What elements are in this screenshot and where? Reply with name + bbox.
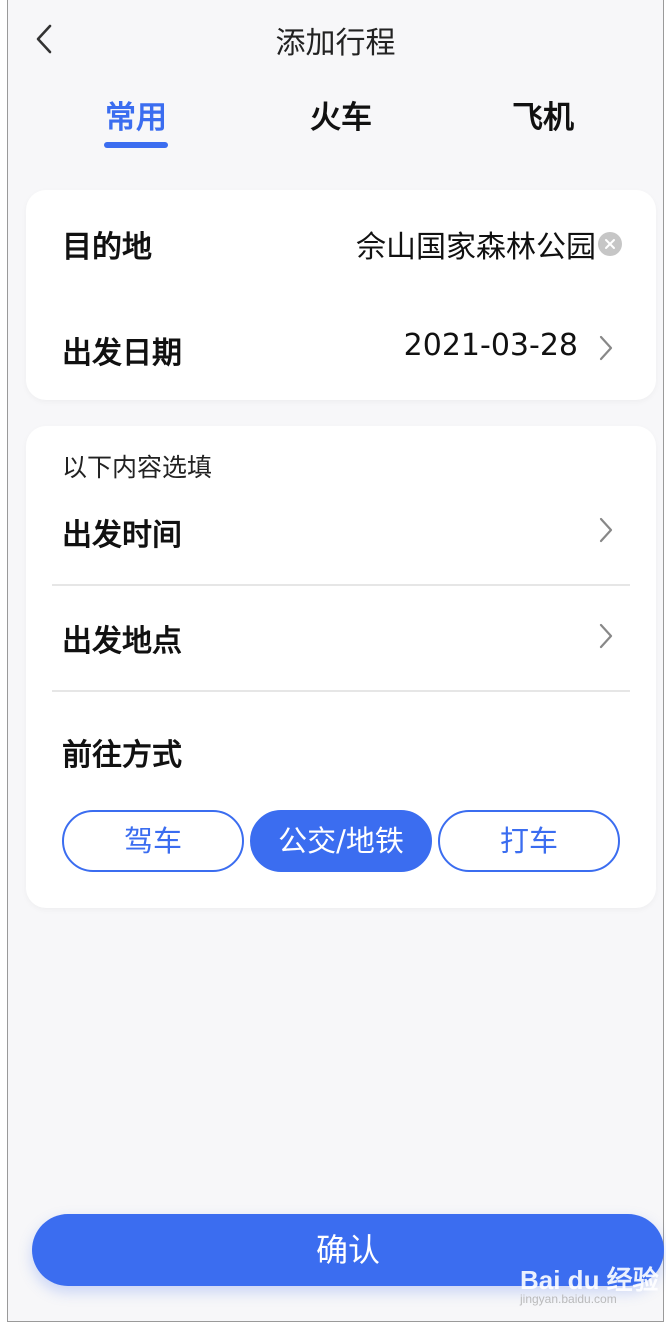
baidu-jingyan-watermark: Bai du 经验 jingyan.baidu.com (514, 1252, 664, 1312)
page-title: 添加行程 (275, 26, 396, 61)
chevron-right-icon[interactable] (598, 622, 614, 650)
optional-info-card: 以下内容选填 出发时间 出发地点 前往方式 驾车 公交/地铁 打车 (26, 426, 656, 908)
navigation-bar: 添加行程 (8, 0, 663, 80)
active-tab-indicator (104, 142, 168, 148)
mode-transit-button[interactable]: 公交/地铁 (250, 810, 432, 872)
destination-label: 目的地 (62, 230, 152, 265)
mode-taxi-button[interactable]: 打车 (438, 810, 620, 872)
divider (52, 584, 630, 586)
clear-circle-icon[interactable] (598, 232, 622, 256)
tab-train[interactable]: 火车 (306, 92, 376, 137)
tab-flight[interactable]: 飞机 (508, 92, 578, 137)
travel-mode-label: 前往方式 (62, 738, 182, 773)
app-screen: 添加行程 常用 火车 飞机 目的地 佘山国家森林公园 出发日期 2021-03-… (7, 0, 664, 1322)
chevron-right-icon[interactable] (598, 516, 614, 544)
optional-hint: 以下内容选填 (62, 453, 213, 482)
destination-value[interactable]: 佘山国家森林公园 (356, 222, 596, 266)
mode-drive-button[interactable]: 驾车 (62, 810, 244, 872)
departure-date-value[interactable]: 2021-03-28 (404, 328, 578, 363)
chevron-right-icon[interactable] (598, 334, 614, 362)
required-info-card: 目的地 佘山国家森林公园 出发日期 2021-03-28 (26, 190, 656, 400)
tab-bar: 常用 火车 飞机 (8, 92, 663, 152)
departure-time-label[interactable]: 出发时间 (62, 510, 182, 554)
tab-common[interactable]: 常用 (104, 92, 168, 137)
departure-place-label[interactable]: 出发地点 (62, 616, 182, 660)
divider (52, 690, 630, 692)
watermark-url: jingyan.baidu.com (520, 1292, 617, 1306)
departure-date-label: 出发日期 (62, 336, 182, 371)
